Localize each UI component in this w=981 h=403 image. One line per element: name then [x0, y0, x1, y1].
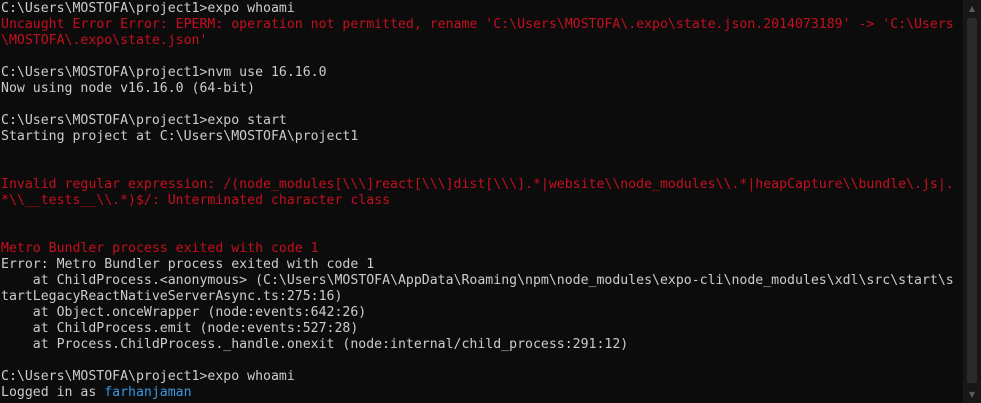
terminal-line: Now using node v16.16.0 (64-bit): [1, 81, 256, 96]
terminal-line: C:\Users\MOSTOFA\project1>expo start: [1, 113, 287, 128]
terminal-line: *\\__tests__\\.*)$/: Unterminated charac…: [1, 193, 391, 208]
terminal-line: Metro Bundler process exited with code 1: [1, 241, 319, 256]
chevron-down-icon[interactable]: ▼: [963, 386, 981, 403]
username-text: farhanjaman: [104, 385, 192, 400]
terminal-line: tartLegacyReactNativeServerAsync.ts:275:…: [1, 289, 343, 304]
terminal-line: Invalid regular expression: /(node_modul…: [1, 177, 954, 192]
terminal-line: C:\Users\MOSTOFA\project1>expo whoami: [1, 1, 295, 16]
scrollbar-thumb[interactable]: [967, 18, 977, 383]
terminal-line: Error: Metro Bundler process exited with…: [1, 257, 375, 272]
terminal-line: C:\Users\MOSTOFA\project1>expo whoami: [1, 369, 295, 384]
terminal-output[interactable]: C:\Users\MOSTOFA\project1>expo whoami Unc…: [0, 0, 963, 403]
chevron-up-icon[interactable]: ▲: [963, 0, 981, 17]
logged-in-prefix: Logged in as: [1, 385, 105, 400]
terminal-line-logged-in: Logged in as farhanjaman: [1, 385, 192, 401]
vertical-scrollbar[interactable]: ▲ ▼: [963, 0, 981, 403]
terminal-line: at ChildProcess.emit (node:events:527:28…: [1, 321, 359, 336]
terminal-line: at Process.ChildProcess._handle.onexit (…: [1, 337, 629, 352]
terminal-line: C:\Users\MOSTOFA\project1>nvm use 16.16.…: [1, 65, 327, 80]
terminal-line: Uncaught Error Error: EPERM: operation n…: [1, 17, 954, 32]
terminal-line: Starting project at C:\Users\MOSTOFA\pro…: [1, 129, 359, 144]
terminal-line: at ChildProcess.<anonymous> (C:\Users\MO…: [1, 273, 954, 288]
terminal-line: \MOSTOFA\.expo\state.json': [1, 33, 208, 48]
terminal-line: at Object.onceWrapper (node:events:642:2…: [1, 305, 367, 320]
